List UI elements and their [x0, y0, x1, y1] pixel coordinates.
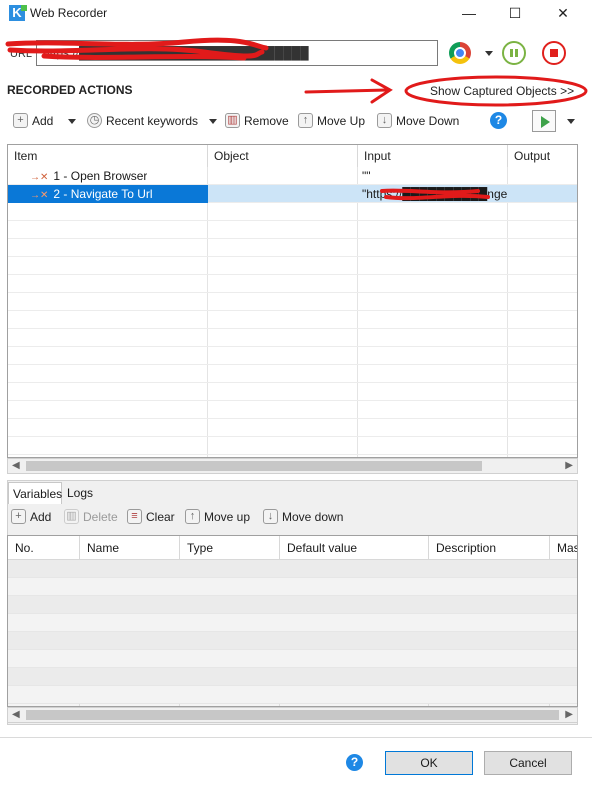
table-row[interactable]: →✕ 1 - Open Browser "" — [8, 167, 577, 185]
recorded-actions-table: Item Object Input Output →✕ 1 - Open Brow… — [7, 144, 578, 458]
move-down-variable-button[interactable]: ↓ Move down — [263, 509, 343, 524]
action-arrow-icon: →✕ — [30, 190, 49, 201]
variables-horizontal-scrollbar[interactable]: ◀ ▶ — [7, 707, 578, 723]
input-cell: "" — [362, 169, 371, 183]
chrome-icon[interactable] — [449, 42, 471, 64]
plus-icon: + — [13, 113, 28, 128]
scrollbar-thumb[interactable] — [26, 461, 482, 471]
column-header-name[interactable]: Name — [80, 536, 180, 560]
scrollbar-thumb[interactable] — [26, 710, 559, 720]
column-header-input[interactable]: Input — [358, 145, 508, 167]
add-dropdown-icon[interactable] — [68, 119, 76, 124]
trash-icon: ▥ — [64, 509, 79, 524]
item-cell: →✕ 2 - Navigate To Url — [30, 187, 153, 201]
recent-keywords-button[interactable]: ◷ Recent keywords — [87, 113, 198, 128]
cancel-button[interactable]: Cancel — [484, 751, 572, 775]
column-header-default-value[interactable]: Default value — [280, 536, 429, 560]
run-dropdown-icon[interactable] — [567, 119, 575, 124]
tab-variables[interactable]: Variables — [8, 482, 62, 504]
add-label: Add — [32, 113, 54, 128]
clear-icon: ≡ — [127, 509, 142, 524]
add-action-button[interactable]: + Add — [13, 113, 53, 128]
move-up-label: Move up — [204, 509, 251, 524]
clear-variables-button[interactable]: ≡ Clear — [127, 509, 175, 524]
close-button[interactable]: ✕ — [540, 0, 586, 26]
add-label: Add — [30, 509, 52, 524]
browser-dropdown-icon[interactable] — [485, 51, 493, 56]
scroll-right-icon[interactable]: ▶ — [565, 708, 573, 722]
remove-action-button[interactable]: ▥ Remove — [225, 113, 289, 128]
column-header-item[interactable]: Item — [8, 145, 208, 167]
scroll-left-icon[interactable]: ◀ — [12, 459, 20, 473]
horizontal-scrollbar[interactable]: ◀ ▶ — [7, 458, 578, 474]
item-label: 1 - Open Browser — [53, 169, 148, 183]
clock-icon: ◷ — [87, 113, 102, 128]
recent-keywords-dropdown-icon[interactable] — [209, 119, 217, 124]
action-arrow-icon: →✕ — [30, 172, 49, 183]
footer-help-icon[interactable]: ? — [346, 754, 363, 771]
delete-variable-button[interactable]: ▥ Delete — [64, 509, 118, 524]
play-icon[interactable] — [532, 110, 556, 132]
pause-button[interactable] — [502, 41, 526, 65]
minimize-button[interactable]: — — [446, 0, 492, 26]
recorded-actions-title: RECORDED ACTIONS — [7, 83, 133, 97]
title-bar: K Web Recorder — ☐ ✕ — [0, 0, 592, 26]
show-captured-objects-link[interactable]: Show Captured Objects >> — [430, 84, 574, 98]
arrow-up-icon: ↑ — [298, 113, 313, 128]
input-cell: "https://██████████ngetest — [362, 187, 507, 201]
add-variable-button[interactable]: + Add — [11, 509, 51, 524]
ok-button[interactable]: OK — [385, 751, 473, 775]
variables-table: No. Name Type Default value Description … — [7, 535, 578, 707]
delete-label: Delete — [83, 509, 118, 524]
tab-logs[interactable]: Logs — [63, 482, 97, 504]
move-down-label: Move Down — [396, 113, 460, 128]
url-label: URL — [10, 48, 33, 60]
maximize-button[interactable]: ☐ — [492, 0, 538, 26]
trash-icon: ▥ — [225, 113, 240, 128]
move-down-label: Move down — [282, 509, 344, 524]
katalon-logo-icon: K — [9, 5, 27, 21]
column-header-masked[interactable]: Mas — [550, 536, 577, 560]
move-down-button[interactable]: ↓ Move Down — [377, 113, 459, 128]
move-up-variable-button[interactable]: ↑ Move up — [185, 509, 250, 524]
column-header-type[interactable]: Type — [180, 536, 280, 560]
plus-icon: + — [11, 509, 26, 524]
url-input[interactable]: https://███████████████████████████ — [36, 40, 438, 66]
clear-label: Clear — [146, 509, 175, 524]
item-label: 2 - Navigate To Url — [53, 187, 153, 201]
footer-divider — [0, 737, 592, 738]
column-header-output[interactable]: Output — [508, 145, 577, 167]
remove-label: Remove — [244, 113, 289, 128]
move-up-button[interactable]: ↑ Move Up — [298, 113, 365, 128]
move-up-label: Move Up — [317, 113, 366, 128]
arrow-up-icon: ↑ — [185, 509, 200, 524]
help-icon[interactable]: ? — [490, 112, 507, 129]
column-header-object[interactable]: Object — [208, 145, 358, 167]
window-title: Web Recorder — [30, 6, 108, 20]
column-header-no[interactable]: No. — [8, 536, 80, 560]
arrow-down-icon: ↓ — [263, 509, 278, 524]
table-row[interactable]: →✕ 2 - Navigate To Url "https://█████████… — [8, 185, 577, 203]
arrow-down-icon: ↓ — [377, 113, 392, 128]
column-header-description[interactable]: Description — [429, 536, 550, 560]
recent-keywords-label: Recent keywords — [106, 113, 199, 128]
scroll-left-icon[interactable]: ◀ — [12, 708, 20, 722]
stop-button[interactable] — [542, 41, 566, 65]
item-cell: →✕ 1 - Open Browser — [30, 169, 147, 183]
selected-item-cell: →✕ 2 - Navigate To Url — [8, 185, 208, 203]
scroll-right-icon[interactable]: ▶ — [565, 459, 573, 473]
